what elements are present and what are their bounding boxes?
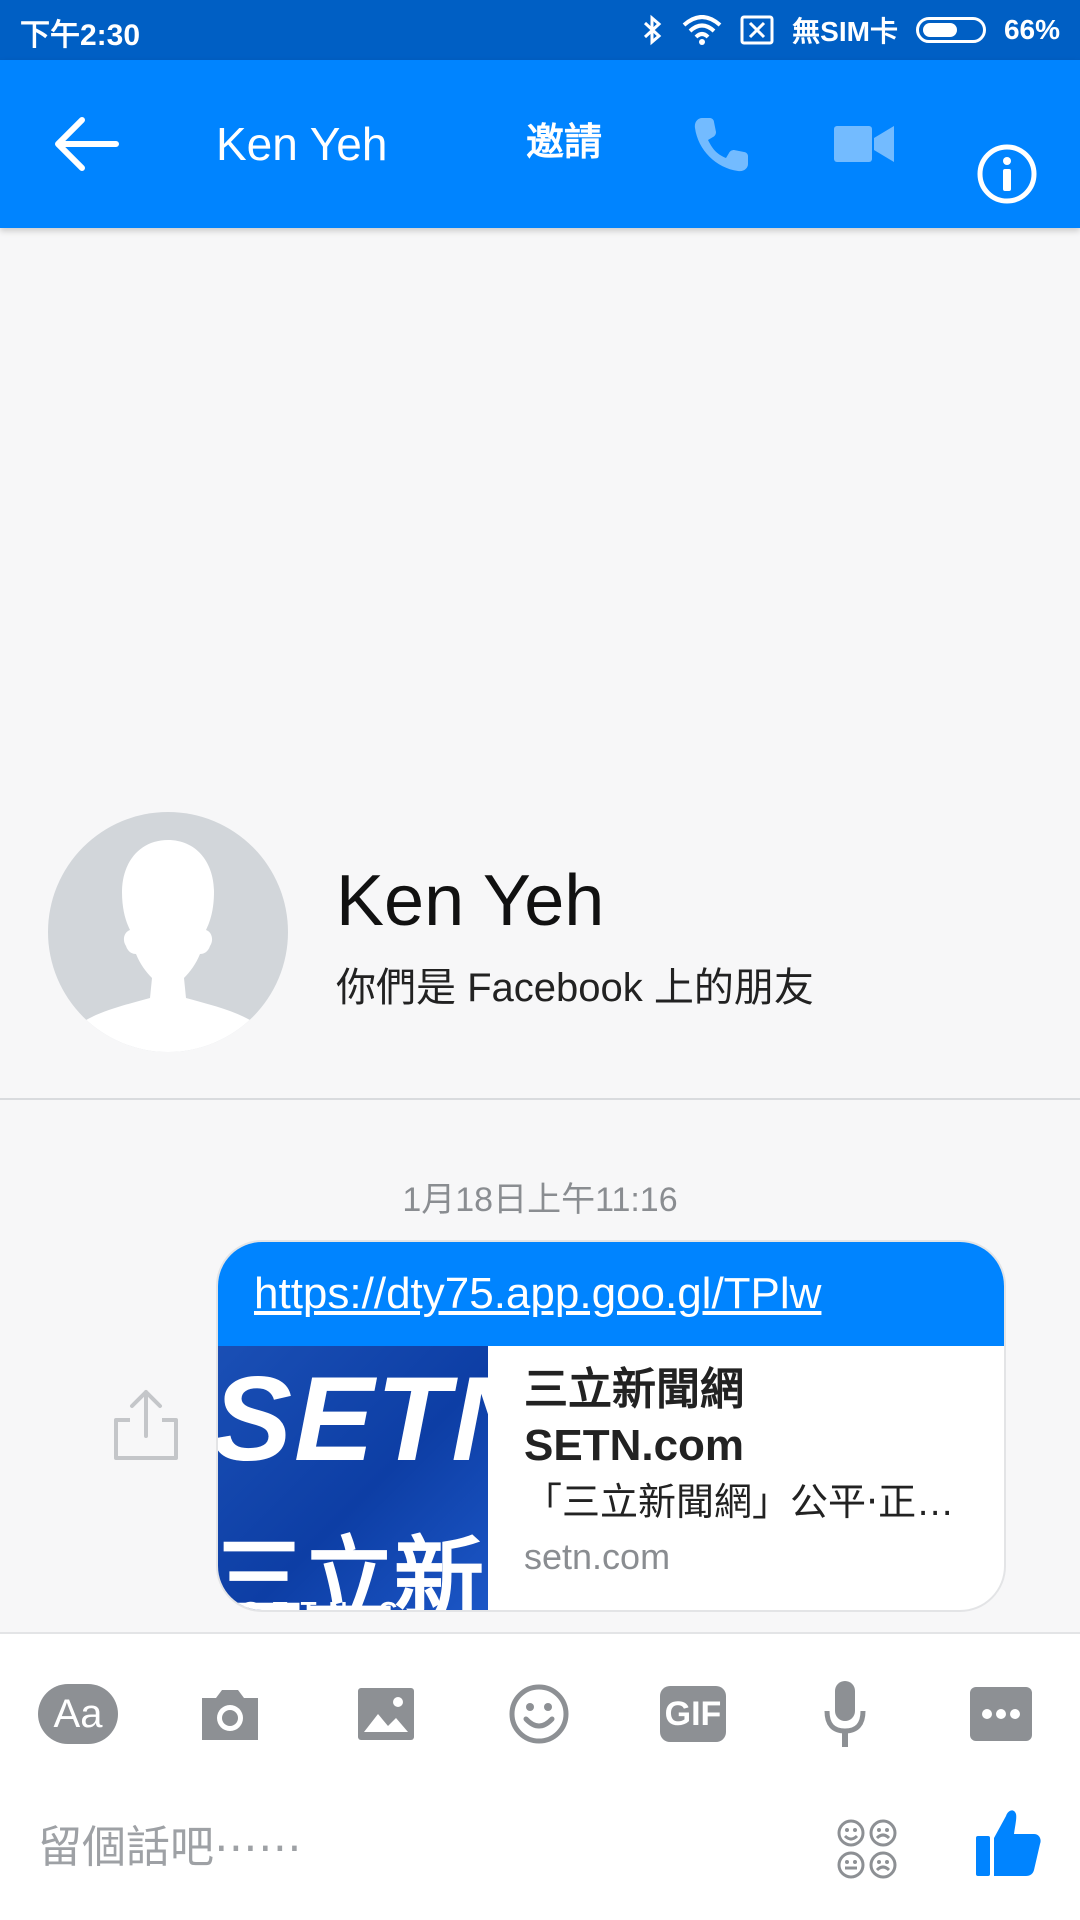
message-link-text[interactable]: https://dty75.app.goo.gl/TPlw <box>254 1269 821 1318</box>
emoji-grid-icon[interactable] <box>836 1818 898 1880</box>
thumbnail-strip-text: SETN.C <box>242 1596 410 1612</box>
wifi-icon <box>682 15 722 45</box>
conversation-title[interactable]: Ken Yeh <box>216 114 387 174</box>
app-bar: Ken Yeh 邀請 <box>0 60 1080 228</box>
sim-status: 無SIM卡 <box>792 16 898 47</box>
message-timestamp: 1月18日上午11:16 <box>402 1181 678 1219</box>
invite-button[interactable]: 邀請 <box>526 118 602 168</box>
camera-icon[interactable] <box>198 1676 262 1752</box>
preview-title-line1: 三立新聞網 <box>524 1365 744 1414</box>
thumbs-up-icon[interactable] <box>974 1806 1042 1878</box>
avatar[interactable] <box>48 812 288 1052</box>
emoji-icon[interactable] <box>508 1676 570 1752</box>
video-camera-icon[interactable] <box>834 120 894 168</box>
message-link[interactable]: https://dty75.app.goo.gl/TPlw <box>218 1242 1004 1346</box>
preview-description: 「三立新聞網」公平‧正確‧多元 <box>524 1482 974 1524</box>
profile-subtitle: 你們是 Facebook 上的朋友 <box>336 966 814 1010</box>
battery-percent: 66% <box>1003 14 1060 45</box>
image-icon[interactable] <box>356 1676 416 1752</box>
microphone-icon[interactable] <box>822 1676 868 1752</box>
status-icons: 無SIM卡 66% <box>642 8 1060 52</box>
message-input[interactable] <box>38 1810 798 1886</box>
status-time: 下午2:30 <box>20 19 141 52</box>
phone-icon[interactable] <box>690 114 752 176</box>
battery-fill <box>922 23 958 37</box>
share-icon[interactable] <box>112 1386 180 1462</box>
gif-button[interactable]: GIF <box>660 1686 726 1742</box>
thumbnail-logo-text: SETN <box>218 1352 488 1486</box>
default-avatar-icon <box>78 840 258 1052</box>
divider <box>0 1098 1080 1100</box>
status-bar: 下午2:30 無SIM卡 66% <box>0 0 1080 60</box>
link-preview-info[interactable]: 三立新聞網 SETN.com 「三立新聞網」公平‧正確‧多元 setn.com <box>524 1362 974 1584</box>
info-icon[interactable] <box>976 143 1038 205</box>
back-arrow-icon[interactable] <box>50 114 120 174</box>
message-bubble[interactable]: https://dty75.app.goo.gl/TPlw SETN 三立新聞 … <box>216 1240 1006 1612</box>
battery-icon <box>915 17 986 43</box>
preview-title-line2: SETN.com <box>524 1421 745 1470</box>
profile-name: Ken Yeh <box>336 861 605 941</box>
more-icon[interactable] <box>970 1676 1032 1752</box>
link-preview-thumbnail[interactable]: SETN 三立新聞 SETN.C <box>218 1346 488 1612</box>
preview-domain: setn.com <box>524 1536 671 1577</box>
bluetooth-icon <box>644 14 662 46</box>
no-sim-icon <box>740 15 774 45</box>
text-style-button[interactable]: Aa <box>38 1684 118 1744</box>
composer: Aa GIF <box>0 1632 1080 1920</box>
